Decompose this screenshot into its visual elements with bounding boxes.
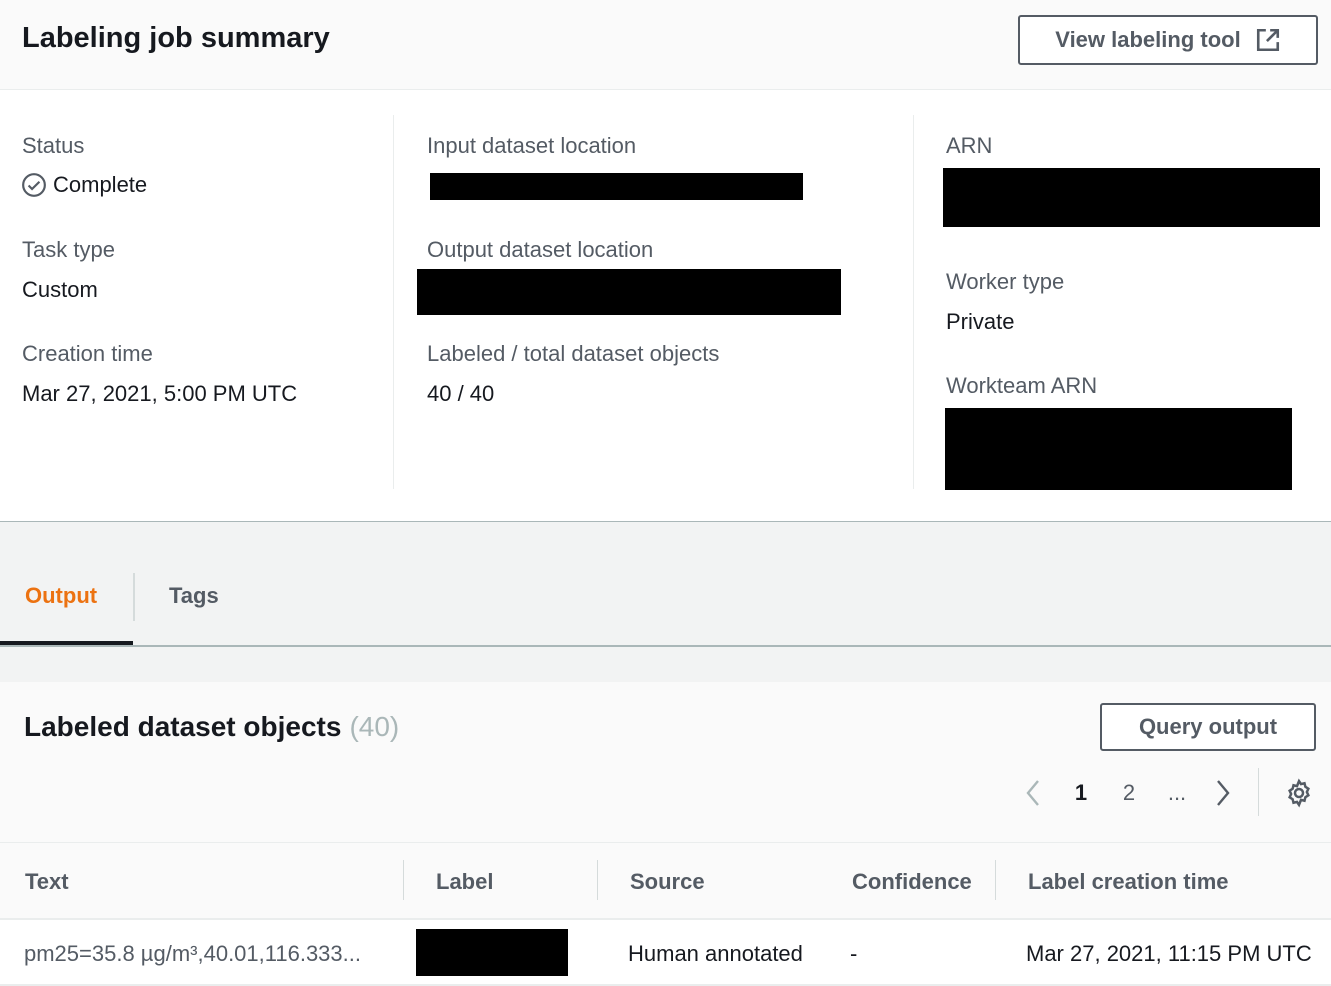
row-confidence-cell: -: [850, 941, 858, 966]
workteam-arn-label: Workteam ARN: [946, 373, 1098, 398]
page-1-button[interactable]: 1: [1066, 775, 1096, 811]
task-type-label: Task type: [22, 237, 115, 262]
external-link-icon: [1256, 28, 1279, 52]
arn-label: ARN: [946, 133, 993, 158]
worker-type-label: Worker type: [946, 269, 1065, 294]
page-2-button[interactable]: 2: [1114, 775, 1144, 811]
objects-count: (40): [349, 711, 400, 742]
chevron-left-icon: [1026, 780, 1039, 806]
redacted-input-location: [430, 173, 803, 200]
tabs-divider: [0, 645, 1331, 647]
chevron-right-icon: [1217, 780, 1230, 806]
objects-title-text: Labeled dataset objects: [24, 711, 342, 742]
redacted-label-cell: [416, 929, 568, 976]
row-source-cell: Human annotated: [628, 941, 803, 966]
column-header-confidence[interactable]: Confidence: [852, 869, 972, 895]
column-header-label[interactable]: Label: [436, 869, 493, 895]
column-separator: [597, 860, 598, 900]
column-separator: [403, 860, 404, 900]
redacted-workteam-arn: [945, 408, 1292, 490]
next-page-button[interactable]: [1208, 775, 1238, 811]
check-circle-icon: [22, 173, 46, 197]
status-value: Complete: [21, 172, 147, 198]
output-location-label: Output dataset location: [427, 237, 654, 262]
column-header-label-creation-time[interactable]: Label creation time: [1028, 869, 1229, 895]
worker-type-value: Private: [946, 309, 1015, 334]
tab-separator: [133, 573, 135, 621]
query-output-button[interactable]: Query output: [1100, 703, 1316, 751]
column-divider: [913, 115, 914, 489]
column-header-source[interactable]: Source: [630, 869, 705, 895]
labeled-total-value: 40 / 40: [427, 381, 495, 406]
column-separator: [995, 860, 996, 900]
redacted-arn: [943, 168, 1320, 227]
gear-icon[interactable]: [1284, 778, 1314, 808]
creation-time-value: Mar 27, 2021, 5:00 PM UTC: [22, 381, 298, 406]
tab-output[interactable]: Output: [25, 583, 97, 609]
labeled-total-label: Labeled / total dataset objects: [427, 341, 720, 366]
previous-page-button[interactable]: [1018, 775, 1048, 811]
column-divider: [393, 115, 394, 489]
active-tab-indicator: [0, 641, 133, 645]
page-title: Labeling job summary: [22, 22, 330, 54]
pagination-separator: [1258, 768, 1259, 816]
tab-tags[interactable]: Tags: [169, 583, 219, 609]
pagination-ellipsis: ...: [1167, 780, 1187, 805]
task-type-value: Custom: [22, 277, 98, 302]
row-creation-time-cell: Mar 27, 2021, 11:15 PM UTC: [1026, 941, 1312, 966]
redacted-output-location: [417, 269, 841, 315]
view-labeling-tool-button[interactable]: View labeling tool: [1018, 15, 1318, 65]
objects-title: Labeled dataset objects (40): [24, 711, 399, 743]
input-location-label: Input dataset location: [427, 133, 637, 158]
row-text-cell[interactable]: pm25=35.8 µg/m³,40.01,116.333...: [24, 941, 361, 967]
column-header-text[interactable]: Text: [25, 869, 69, 895]
view-labeling-tool-label: View labeling tool: [1055, 27, 1241, 52]
creation-time-label: Creation time: [22, 341, 153, 366]
status-label: Status: [22, 133, 85, 158]
status-text: Complete: [53, 172, 148, 197]
